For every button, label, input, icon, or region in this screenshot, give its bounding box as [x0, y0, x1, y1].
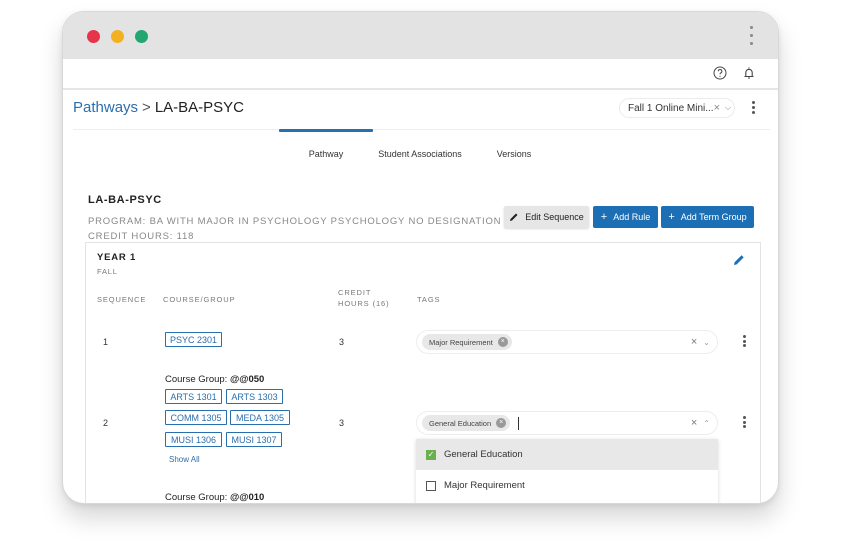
term-label: FALL	[97, 267, 118, 276]
column-header-sequence: SEQUENCE	[97, 295, 147, 304]
course-group-label: Course Group: @@050	[165, 374, 264, 385]
maximize-window-button[interactable]	[135, 30, 148, 43]
column-header-course: COURSE/GROUP	[163, 295, 236, 304]
chevron-down-icon[interactable]: ⌵	[725, 103, 731, 113]
breadcrumb-separator: >	[142, 99, 151, 116]
add-term-group-button[interactable]: + Add Term Group	[661, 206, 754, 228]
clear-tags-icon[interactable]: ×	[691, 336, 697, 348]
tab-bar: Pathway Student Associations Versions	[279, 129, 561, 159]
course-chip[interactable]: COMM 1305	[165, 410, 227, 425]
minimize-window-button[interactable]	[111, 30, 124, 43]
tag-label: Major Requirement	[429, 337, 493, 347]
course-chip[interactable]: ARTS 1303	[226, 389, 283, 404]
credit-header-line1: CREDIT	[338, 288, 372, 297]
remove-tag-icon[interactable]: ×	[497, 337, 508, 347]
bell-icon[interactable]	[741, 65, 757, 81]
course-chip[interactable]: MEDA 1305	[230, 410, 290, 425]
course-group-code: @@010	[229, 492, 265, 503]
tag-label: General Education	[429, 418, 492, 428]
program-description: PROGRAM: BA WITH MAJOR IN PSYCHOLOGY PSY…	[88, 216, 502, 227]
program-meta: PROGRAM: BA WITH MAJOR IN PSYCHOLOGY PSY…	[88, 214, 501, 244]
help-circle-icon[interactable]	[712, 65, 728, 81]
window-titlebar	[63, 12, 778, 59]
term-select[interactable]: Fall 1 Online Mini... × ⌵	[619, 98, 735, 118]
tab-pathway[interactable]: Pathway	[279, 129, 373, 159]
dropdown-option-major-requirement[interactable]: Major Requirement	[416, 470, 718, 501]
checkbox-icon[interactable]	[426, 480, 436, 491]
page-more-menu-icon[interactable]	[752, 101, 755, 116]
course-group-label: Course Group: @@010	[165, 492, 264, 503]
credit-header-line2: HOURS (16)	[338, 299, 390, 308]
row2-sequence: 2	[103, 418, 109, 428]
row2-tags-input[interactable]: General Education × × ⌃	[416, 411, 718, 435]
app-topbar	[63, 59, 778, 90]
breadcrumb: Pathways > LA-BA-PSYC	[73, 99, 244, 116]
plus-icon: +	[600, 211, 608, 223]
plus-icon: +	[668, 211, 675, 223]
edit-sequence-button[interactable]: Edit Sequence	[504, 206, 589, 228]
column-header-credit: CREDIT HOURS (16)	[338, 287, 390, 309]
term-select-value: Fall 1 Online Mini...	[628, 102, 714, 114]
year-label: YEAR 1	[97, 252, 137, 263]
show-all-link[interactable]: Show All	[169, 455, 200, 464]
program-title: LA-BA-PSYC	[88, 194, 162, 206]
course-chip[interactable]: MUSI 1307	[226, 432, 282, 447]
remove-tag-icon[interactable]: ×	[496, 418, 507, 428]
add-term-group-label: Add Term Group	[680, 212, 747, 222]
app-window: Pathways > LA-BA-PSYC Fall 1 Online Mini..…	[62, 11, 779, 504]
breadcrumb-current: LA-BA-PSYC	[154, 99, 245, 116]
window-menu-icon[interactable]	[750, 26, 754, 50]
dropdown-option-general-education[interactable]: ✓ General Education	[416, 439, 718, 470]
tag-pill: General Education ×	[422, 415, 511, 431]
edit-term-pencil-icon[interactable]	[732, 253, 746, 267]
pencil-icon	[510, 213, 518, 221]
row-more-menu-icon[interactable]	[743, 416, 746, 430]
checkbox-checked-icon[interactable]: ✓	[426, 449, 436, 460]
edit-sequence-label: Edit Sequence	[525, 212, 584, 222]
course-chip[interactable]: ARTS 1301	[165, 389, 222, 404]
breadcrumb-pathways-link[interactable]: Pathways	[73, 99, 138, 116]
row2-credit: 3	[339, 418, 345, 428]
row1-tags-input[interactable]: Major Requirement × × ⌄	[416, 330, 718, 354]
tags-dropdown: ✓ General Education Major Requirement	[416, 439, 718, 503]
option-label: General Education	[444, 449, 523, 460]
tab-student-associations[interactable]: Student Associations	[373, 129, 467, 159]
row1-sequence: 1	[103, 337, 109, 347]
clear-icon[interactable]: ×	[714, 102, 720, 114]
row-more-menu-icon[interactable]	[743, 335, 746, 349]
chevron-up-icon[interactable]: ⌃	[703, 419, 710, 428]
clear-tags-icon[interactable]: ×	[691, 417, 697, 429]
option-label: Major Requirement	[444, 480, 525, 491]
row1-credit: 3	[339, 337, 345, 347]
tag-pill: Major Requirement ×	[422, 334, 512, 350]
add-rule-button[interactable]: + Add Rule	[593, 206, 658, 228]
course-chip[interactable]: PSYC 2301	[165, 332, 222, 347]
course-group-code: @@050	[229, 374, 265, 385]
course-group-prefix: Course Group:	[165, 374, 230, 385]
term-group-card: YEAR 1 FALL SEQUENCE COURSE/GROUP CREDIT…	[85, 242, 761, 503]
close-window-button[interactable]	[87, 30, 100, 43]
text-caret	[518, 416, 520, 430]
chevron-down-icon[interactable]: ⌄	[703, 338, 710, 347]
add-rule-label: Add Rule	[613, 212, 651, 222]
column-header-tags: TAGS	[417, 295, 441, 304]
course-group-prefix: Course Group:	[165, 492, 230, 503]
pathway-page: Pathways > LA-BA-PSYC Fall 1 Online Mini..…	[63, 90, 778, 503]
tab-versions[interactable]: Versions	[467, 129, 561, 159]
course-chip[interactable]: MUSI 1306	[165, 432, 222, 447]
